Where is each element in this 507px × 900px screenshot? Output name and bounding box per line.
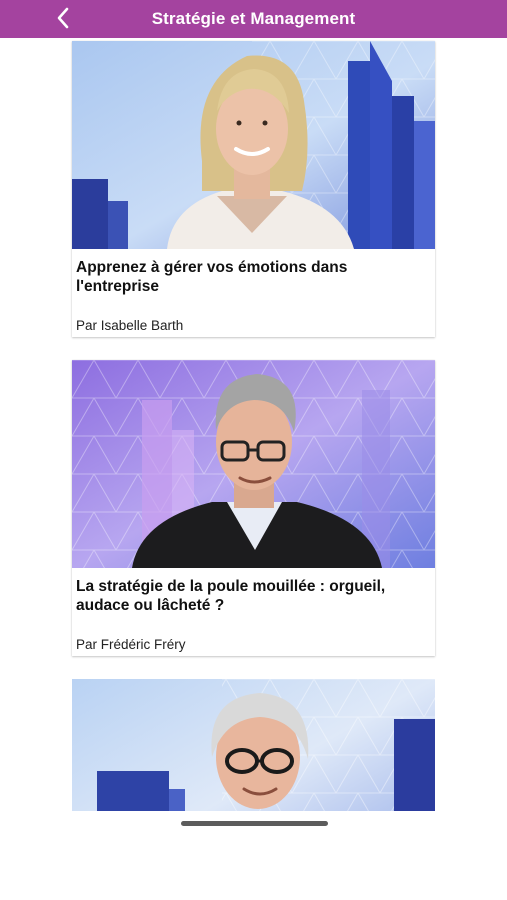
article-thumbnail — [72, 679, 435, 811]
page-title: Stratégie et Management — [151, 9, 356, 28]
top-app-bar: Stratégie et Management — [0, 0, 507, 38]
article-thumbnail — [72, 41, 435, 249]
back-button[interactable] — [50, 3, 76, 33]
home-indicator[interactable] — [181, 821, 328, 826]
article-author: Par Isabelle Barth — [76, 318, 184, 333]
article-card[interactable] — [72, 679, 435, 811]
article-title: La stratégie de la poule mouillée : orgu… — [76, 578, 386, 614]
chevron-left-icon — [57, 7, 69, 29]
article-card[interactable]: La stratégie de la poule mouillée : orgu… — [72, 360, 435, 656]
article-thumbnail — [72, 360, 435, 568]
article-author: Par Frédéric Fréry — [76, 637, 186, 652]
article-card[interactable]: Apprenez à gérer vos émotions dans l'ent… — [72, 41, 435, 337]
article-title: Apprenez à gérer vos émotions dans l'ent… — [76, 259, 348, 295]
